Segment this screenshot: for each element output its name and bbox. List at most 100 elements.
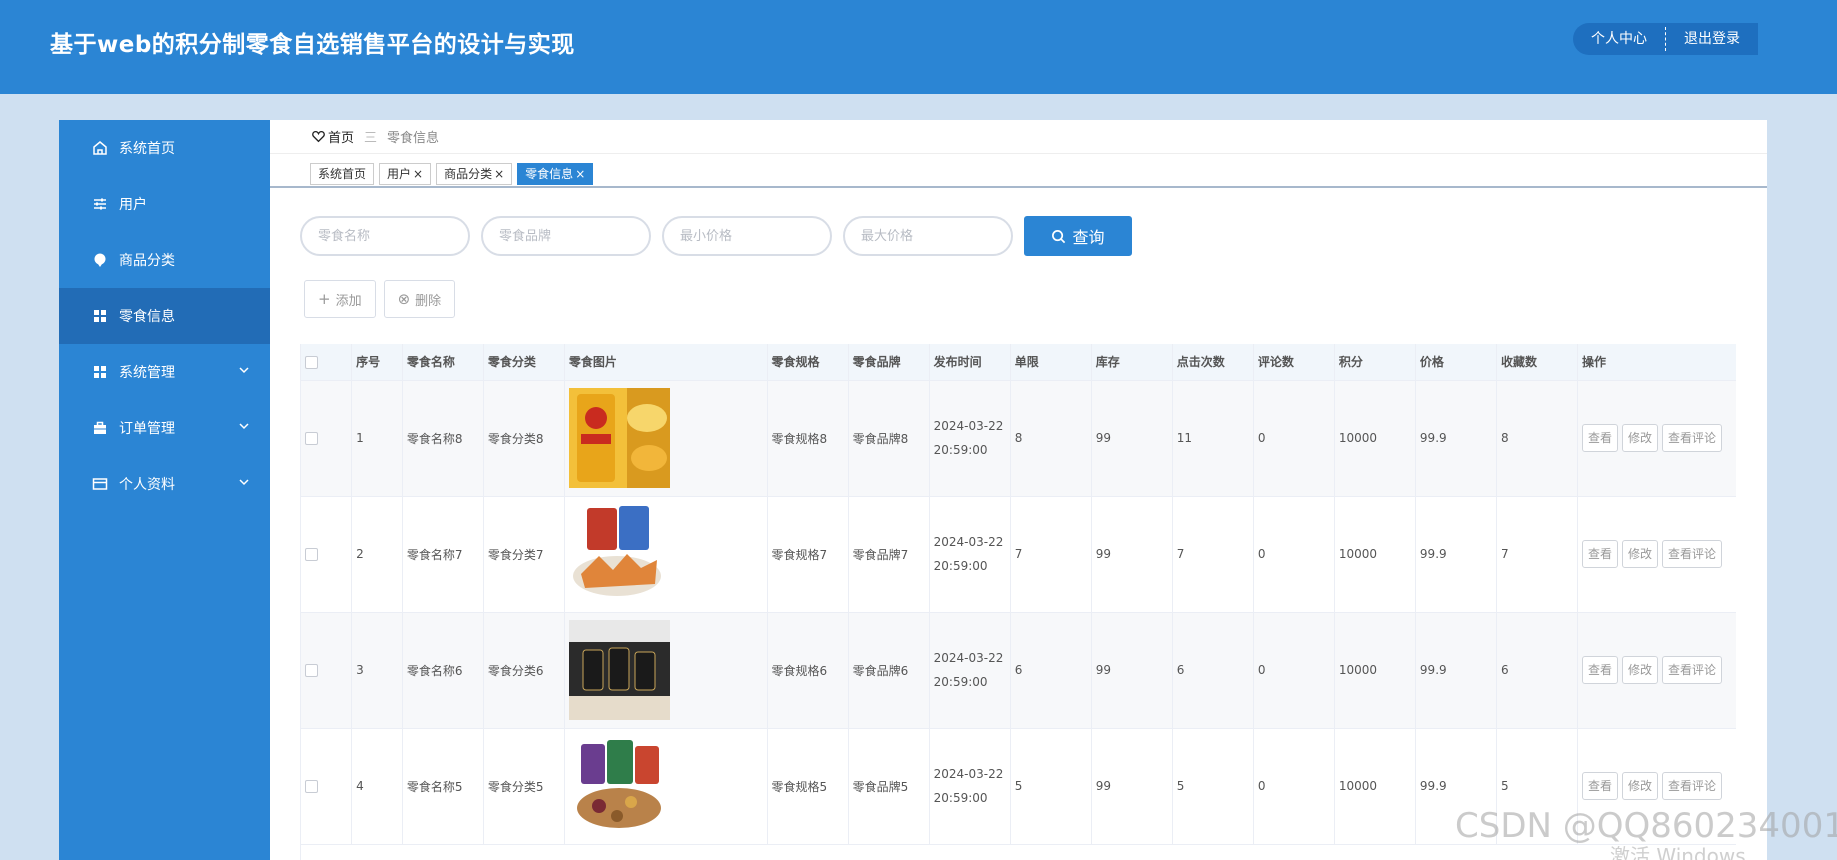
cell-publish-time: 2024-03-22 20:59:00 — [929, 612, 1011, 729]
sidebar-item-profile[interactable]: 个人资料 — [59, 456, 270, 512]
cell-image — [564, 612, 768, 729]
column-header: 操作 — [1577, 344, 1736, 381]
cell-limit: 5 — [1010, 728, 1092, 845]
query-button-label: 查询 — [1072, 230, 1105, 247]
column-header: 评论数 — [1253, 344, 1335, 381]
snack-name-input[interactable] — [300, 216, 470, 256]
cell-no: 2 — [351, 496, 403, 613]
publish-clock: 20:59:00 — [933, 559, 988, 573]
sidebar-item-system[interactable]: 系统管理 — [59, 344, 270, 400]
cell-publish-time: 2024-03-22 20:59:00 — [929, 380, 1011, 497]
column-header: 单限 — [1010, 344, 1092, 381]
app-header: 基于web的积分制零食自选销售平台的设计与实现 个人中心 退出登录 — [0, 0, 1837, 94]
view-button[interactable]: 查看 — [1582, 424, 1619, 452]
tab-home[interactable]: 系统首页 — [310, 163, 375, 185]
min-price-input[interactable] — [662, 216, 832, 256]
view-button[interactable]: 查看 — [1582, 540, 1619, 568]
grid-icon — [91, 307, 109, 325]
select-all-checkbox[interactable] — [305, 355, 318, 369]
row-checkbox[interactable] — [305, 664, 318, 677]
row-checkbox[interactable] — [305, 432, 318, 445]
sidebar-item-home[interactable]: 系统首页 — [59, 120, 270, 176]
cell-name: 零食名称8 — [402, 380, 484, 497]
cell-image — [564, 728, 768, 845]
sidebar-item-categories[interactable]: 商品分类 — [59, 232, 270, 288]
personal-center-link[interactable]: 个人中心 — [1573, 23, 1665, 55]
cell-spec: 零食规格6 — [767, 612, 849, 729]
chevron-down-icon[interactable] — [238, 420, 250, 436]
view-comments-button[interactable]: 查看评论 — [1662, 540, 1723, 568]
max-price-input[interactable] — [843, 216, 1013, 256]
column-header: 价格 — [1415, 344, 1497, 381]
cell-price: 99.9 — [1415, 612, 1497, 729]
snack-image-strips — [568, 504, 670, 604]
cell-spec: 零食规格5 — [767, 728, 849, 845]
briefcase-icon — [91, 419, 109, 437]
grid-icon — [91, 363, 109, 381]
query-button[interactable]: 查询 — [1024, 216, 1132, 256]
cell-no: 1 — [351, 380, 403, 497]
row-select-cell — [301, 380, 353, 497]
sidebar-item-snacks[interactable]: 零食信息 — [59, 288, 270, 344]
tab-label: 用户 — [387, 167, 412, 181]
view-comments-button[interactable]: 查看评论 — [1662, 656, 1723, 684]
table-row: 2 零食名称7 零食分类7 零食规格7 零食品牌7 2024-03-22 20:… — [301, 496, 1736, 613]
edit-button[interactable]: 修改 — [1622, 772, 1659, 800]
cell-clicks: 6 — [1172, 612, 1254, 729]
publish-clock: 20:59:00 — [933, 675, 988, 689]
view-button[interactable]: 查看 — [1582, 656, 1619, 684]
cell-comments: 0 — [1253, 728, 1335, 845]
snack-brand-input[interactable] — [481, 216, 651, 256]
chevron-down-icon[interactable] — [238, 364, 250, 380]
cell-image — [564, 380, 768, 497]
main-panel: 首页 三 零食信息 系统首页 用户× 商品分类× 零食信息× 查询 + 添加 — [270, 120, 1767, 860]
tab-categories[interactable]: 商品分类 × — [436, 163, 513, 185]
close-icon[interactable]: × — [413, 167, 423, 181]
delete-button[interactable]: ⊗ 删除 — [383, 280, 456, 318]
view-comments-button[interactable]: 查看评论 — [1662, 772, 1723, 800]
chevron-down-icon[interactable] — [238, 476, 250, 492]
tab-users[interactable]: 用户 × — [379, 163, 432, 185]
close-icon[interactable]: × — [575, 167, 585, 181]
add-button[interactable]: + 添加 — [304, 280, 376, 318]
cell-name: 零食名称7 — [402, 496, 484, 613]
row-select-cell — [301, 728, 353, 845]
content-area: 查询 + 添加 ⊗ 删除 — [270, 190, 1767, 860]
table-header-row: 序号 零食名称 零食分类 零食图片 零食规格 零食品牌 发布时间 单限 库存 点… — [301, 344, 1736, 381]
cell-points: 10000 — [1334, 496, 1416, 613]
column-header: 序号 — [351, 344, 403, 381]
cell-limit: 6 — [1010, 612, 1092, 729]
cell-category: 零食分类6 — [483, 612, 565, 729]
tab-label: 系统首页 — [318, 167, 367, 181]
sliders-icon — [91, 195, 109, 213]
cell-clicks: 7 — [1172, 496, 1254, 613]
logout-link[interactable]: 退出登录 — [1666, 23, 1758, 55]
cell-brand: 零食品牌6 — [848, 612, 930, 729]
row-checkbox[interactable] — [305, 548, 318, 561]
publish-date: 2024-03-22 — [933, 419, 1004, 433]
sidebar-item-orders[interactable]: 订单管理 — [59, 400, 270, 456]
row-checkbox[interactable] — [305, 780, 318, 793]
edit-button[interactable]: 修改 — [1622, 656, 1659, 684]
cell-category: 零食分类5 — [483, 728, 565, 845]
edit-button[interactable]: 修改 — [1622, 540, 1659, 568]
edit-button[interactable]: 修改 — [1622, 424, 1659, 452]
breadcrumb: 首页 三 零食信息 — [270, 120, 1767, 154]
sidebar-item-label: 订单管理 — [119, 421, 175, 437]
cell-actions: 查看 修改 查看评论 — [1577, 496, 1736, 613]
sidebar-item-users[interactable]: 用户 — [59, 176, 270, 232]
cell-name: 零食名称5 — [402, 728, 484, 845]
sidebar-item-label: 商品分类 — [119, 253, 175, 269]
windows-activation-watermark: 激活 Windows — [1610, 844, 1746, 860]
cell-limit: 7 — [1010, 496, 1092, 613]
breadcrumb-home[interactable]: 首页 — [312, 127, 354, 146]
cell-limit: 8 — [1010, 380, 1092, 497]
view-button[interactable]: 查看 — [1582, 772, 1619, 800]
breadcrumb-separator: 三 — [364, 131, 378, 146]
tab-snacks[interactable]: 零食信息 × — [517, 163, 594, 185]
snack-table: 序号 零食名称 零食分类 零食图片 零食规格 零食品牌 发布时间 单限 库存 点… — [300, 344, 1736, 860]
cell-category: 零食分类8 — [483, 380, 565, 497]
publish-clock: 20:59:00 — [933, 443, 988, 457]
view-comments-button[interactable]: 查看评论 — [1662, 424, 1723, 452]
close-icon[interactable]: × — [494, 167, 504, 181]
